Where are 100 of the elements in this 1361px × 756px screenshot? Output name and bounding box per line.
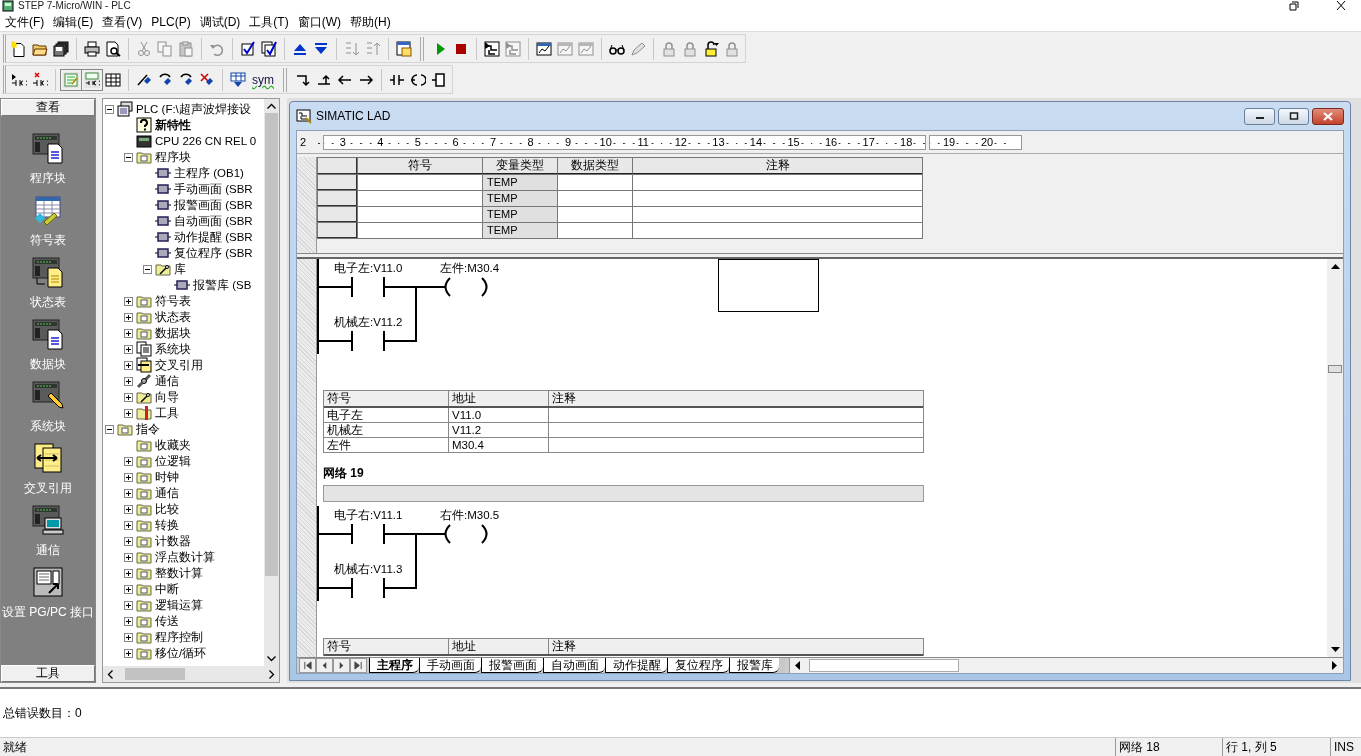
contact-symbol[interactable] xyxy=(351,276,385,298)
box-icon[interactable] xyxy=(431,71,447,88)
horizontal-scrollbar[interactable] xyxy=(103,666,279,682)
table-cell[interactable]: TEMP xyxy=(482,174,557,190)
sheet-tab[interactable]: 主程序 xyxy=(369,658,419,673)
tree-item[interactable]: 移位/循环 xyxy=(155,646,207,660)
insert-contact-icon[interactable] xyxy=(11,71,27,88)
tree-item[interactable]: 计数器 xyxy=(155,534,191,548)
view-bar-button[interactable]: 查看 xyxy=(1,99,95,116)
coil-icon[interactable] xyxy=(410,71,426,88)
tree-item[interactable]: 通信 xyxy=(155,374,179,388)
expand-toggle[interactable] xyxy=(124,488,133,498)
horizontal-scrollbar[interactable] xyxy=(789,658,1343,673)
symbol-view-button[interactable]: sym xyxy=(250,72,276,87)
expand-toggle[interactable] xyxy=(124,456,133,466)
nav-item[interactable]: 符号表 xyxy=(30,194,66,253)
expand-toggle[interactable] xyxy=(124,312,133,322)
table-cell[interactable] xyxy=(632,206,922,222)
collapse-toggle[interactable] xyxy=(105,104,114,114)
table-insert-icon[interactable] xyxy=(230,71,246,88)
tree-item[interactable]: 向导 xyxy=(155,390,179,404)
tree-item[interactable]: 整数计算 xyxy=(155,566,203,580)
sheet-tab[interactable]: 手动画面 xyxy=(419,658,481,673)
contact-symbol[interactable] xyxy=(351,330,385,352)
tree-item[interactable]: 动作提醒 (SBR xyxy=(174,230,253,244)
nav-item[interactable]: 状态表 xyxy=(30,256,66,315)
table-cell[interactable] xyxy=(357,222,482,238)
nav-item[interactable]: 交叉引用 xyxy=(24,442,72,501)
close-button[interactable] xyxy=(1312,107,1344,125)
scroll-left-icon[interactable] xyxy=(795,661,801,670)
vertical-scrollbar[interactable] xyxy=(264,99,279,666)
table-cell[interactable] xyxy=(632,222,922,238)
tree-item[interactable]: 逻辑运算 xyxy=(155,598,203,612)
row-header[interactable] xyxy=(317,157,357,174)
table-cell[interactable] xyxy=(632,174,922,190)
tree-item[interactable]: 主程序 (OB1) xyxy=(174,166,244,180)
nav-item[interactable]: 设置 PG/PC 接口 xyxy=(2,566,94,625)
collapse-toggle[interactable] xyxy=(124,152,133,162)
tree-item[interactable]: 浮点数计算 xyxy=(155,550,215,564)
nav-item[interactable]: 程序块 xyxy=(30,132,66,191)
scroll-up-icon[interactable] xyxy=(1330,263,1340,269)
contact-symbol[interactable] xyxy=(351,577,385,599)
expand-toggle[interactable] xyxy=(124,360,133,370)
checked-pages-icon[interactable] xyxy=(261,40,277,57)
expand-toggle[interactable] xyxy=(124,568,133,578)
tree-item[interactable]: 数据块 xyxy=(155,326,191,340)
first-tab-icon[interactable] xyxy=(299,658,316,673)
menu-item[interactable]: 工具(T) xyxy=(246,13,295,30)
collapse-toggle[interactable] xyxy=(105,424,114,434)
next-tab-icon[interactable] xyxy=(333,658,350,673)
window-options-icon[interactable] xyxy=(396,40,412,57)
tree-item[interactable]: PLC (F:\超声波焊接设 xyxy=(136,102,251,116)
grid-view-icon[interactable] xyxy=(105,71,121,88)
table-cell[interactable] xyxy=(557,174,632,190)
tree-item[interactable]: 状态表 xyxy=(155,310,191,324)
tree-item[interactable]: 报警画面 (SBR xyxy=(174,198,253,212)
expand-toggle[interactable] xyxy=(124,648,133,658)
printer-icon[interactable] xyxy=(84,40,100,57)
sheet-tab[interactable]: 报警库 xyxy=(729,658,779,673)
expand-toggle[interactable] xyxy=(124,328,133,338)
table-cell[interactable] xyxy=(632,190,922,206)
split-view-icon[interactable] xyxy=(84,71,100,88)
table-cell[interactable] xyxy=(357,190,482,206)
scroll-down-icon[interactable] xyxy=(1330,647,1340,653)
scroll-right-icon[interactable] xyxy=(1332,661,1338,670)
menu-item[interactable]: 调试(D) xyxy=(196,13,247,30)
menu-item[interactable]: PLC(P) xyxy=(148,13,197,30)
menu-item[interactable]: 编辑(E) xyxy=(50,13,100,30)
expand-toggle[interactable] xyxy=(124,392,133,402)
table-cell[interactable] xyxy=(357,174,482,190)
tree-item[interactable]: CPU 226 CN REL 0 xyxy=(155,134,257,148)
ladder-view-icon[interactable] xyxy=(63,71,79,88)
tree-item[interactable]: 通信 xyxy=(155,486,179,500)
tree-item[interactable]: 报警库 (SB xyxy=(193,278,252,292)
print-preview-icon[interactable] xyxy=(105,40,121,57)
minimize-button[interactable] xyxy=(1244,107,1275,125)
row-header[interactable] xyxy=(317,222,357,238)
tree-item[interactable]: 复位程序 (SBR xyxy=(174,246,253,260)
coil-symbol[interactable] xyxy=(444,524,488,544)
vertical-scrollbar[interactable] xyxy=(1327,259,1343,657)
tree-item[interactable]: 比较 xyxy=(155,502,179,516)
expand-toggle[interactable] xyxy=(124,584,133,594)
sheet-tab[interactable]: 复位程序 xyxy=(667,658,729,673)
collapse-toggle[interactable] xyxy=(143,264,152,274)
table-cell[interactable] xyxy=(357,206,482,222)
expand-toggle[interactable] xyxy=(124,536,133,546)
network-comment-field[interactable] xyxy=(323,485,924,502)
previous-bookmark-icon[interactable] xyxy=(178,71,194,88)
close-icon[interactable] xyxy=(1335,1,1347,11)
scroll-up-icon[interactable] xyxy=(267,103,276,109)
restore-button[interactable] xyxy=(1278,107,1309,125)
next-bookmark-icon[interactable] xyxy=(157,71,173,88)
tree-item[interactable]: 系统块 xyxy=(155,342,191,356)
checked-box-icon[interactable] xyxy=(240,40,256,57)
nav-item[interactable]: 数据块 xyxy=(30,318,66,377)
previous-tab-icon[interactable] xyxy=(316,658,333,673)
table-cell[interactable]: TEMP xyxy=(482,206,557,222)
tree-item[interactable]: 手动画面 (SBR xyxy=(174,182,253,196)
restore-icon[interactable] xyxy=(1287,1,1299,11)
program-status-icon[interactable] xyxy=(484,40,500,57)
